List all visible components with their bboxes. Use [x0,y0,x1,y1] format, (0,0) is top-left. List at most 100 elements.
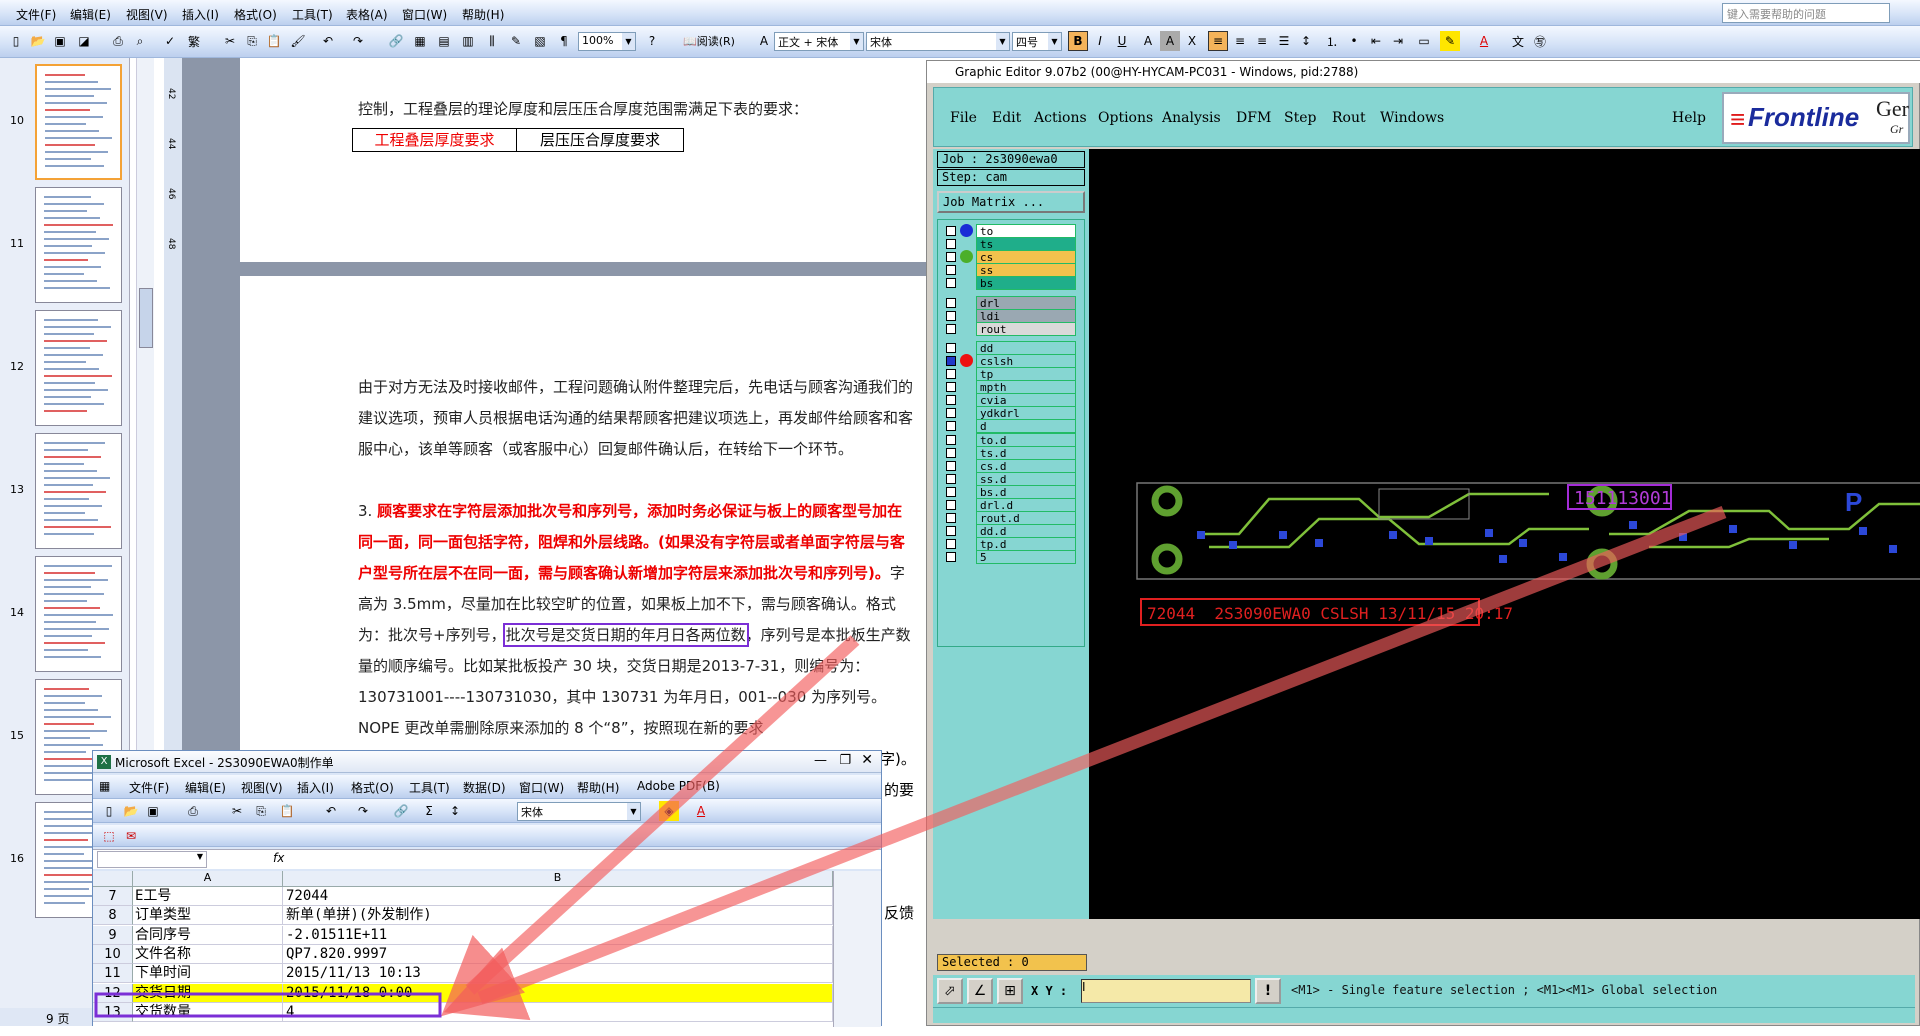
snap-grid-icon[interactable]: ⊞ [997,978,1023,1004]
new-doc-icon[interactable]: ▯ [6,31,26,51]
layer-checkbox[interactable] [946,369,956,379]
layer-name[interactable]: 5 [976,550,1076,565]
layer-row-bs-d[interactable]: bs.d [942,484,1080,499]
layer-row-to-d[interactable]: to.d [942,432,1080,447]
spelling-icon[interactable]: ✓ [160,31,180,51]
style-combo[interactable]: 正文 + 宋体 ▼ [774,32,864,51]
layer-row-d[interactable]: d [942,419,1080,434]
layer-name[interactable]: mpth [976,380,1076,395]
increase-indent-icon[interactable]: ⇥ [1388,31,1408,51]
save-icon[interactable]: ▣ [50,31,70,51]
border-icon[interactable]: ▭ [1414,31,1434,51]
undo-icon[interactable]: ↶ [318,31,338,51]
spreadsheet-grid[interactable]: A B 7 E工号 72044 8 订单类型 新单(单拼)(外发制作) 9 合同序号 -2.01… [93,871,881,1027]
menu-window[interactable]: 窗口(W) [402,6,447,23]
layer-name[interactable]: drl.d [976,498,1076,512]
restore-icon[interactable]: ❐ [839,753,851,768]
format-painter-icon[interactable]: 🖌 [288,31,308,51]
undo-icon[interactable]: ↶ [321,801,341,821]
permission-icon[interactable]: ◪ [74,31,94,51]
bold-icon[interactable]: B [1068,31,1088,51]
pdf-convert-icon[interactable]: ⬚ [99,826,119,846]
cell-b[interactable]: 2015/11/13 10:13 [283,964,833,984]
layer-name[interactable]: dd [976,340,1076,355]
layer-name[interactable]: to.d [976,432,1076,447]
char-border-icon[interactable]: A [1138,31,1158,51]
cell-b[interactable]: -2.01511E+11 [283,925,833,945]
pdf-mail-icon[interactable]: ✉ [121,826,141,846]
layer-checkbox[interactable] [946,355,956,366]
cell-a[interactable]: 合同序号 [133,925,283,945]
layer-row-tp[interactable]: tp [942,367,1080,381]
menu-windows[interactable]: Windows [1380,110,1444,126]
row-header[interactable]: 9 [93,925,133,945]
row-header[interactable]: 13 [93,1002,133,1022]
layer-name[interactable]: drl [976,295,1076,310]
page-thumbnail[interactable] [35,64,122,180]
row-header[interactable]: 7 [93,887,133,906]
font-color-icon[interactable]: A [691,801,711,821]
layer-name[interactable]: cvia [976,393,1076,408]
col-header-a[interactable]: A [133,871,283,887]
layer-row-mpth[interactable]: mpth [942,380,1080,395]
menu-edit[interactable]: 编辑(E) [185,779,226,796]
cell-a[interactable]: E工号 [133,887,283,906]
menu-edit[interactable]: 编辑(E) [70,6,111,23]
xy-input[interactable]: I [1081,979,1251,1003]
insert-excel-icon[interactable]: ▥ [458,31,478,51]
cell-b[interactable]: 72044 [283,887,833,906]
layer-name[interactable]: tp.d [976,537,1076,552]
menu-rout[interactable]: Rout [1332,110,1366,126]
row-header[interactable]: 10 [93,944,133,964]
menu-edit[interactable]: Edit [992,110,1021,126]
hyperlink-icon[interactable]: 🔗 [386,31,406,51]
layer-checkbox[interactable] [946,252,956,263]
layer-checkbox[interactable] [946,239,956,250]
row-header[interactable]: 11 [93,964,133,984]
menu-insert[interactable]: 插入(I) [297,779,334,796]
layer-row-tp-d[interactable]: tp.d [942,537,1080,552]
insert-table-icon[interactable]: ▤ [434,31,454,51]
copy-icon[interactable]: ⎘ [242,31,262,51]
font-color-icon[interactable]: A [1474,31,1494,51]
layer-name[interactable]: rout.d [976,511,1076,526]
layer-name[interactable]: d [976,419,1076,434]
layer-checkbox[interactable] [946,382,956,393]
traditional-chinese-icon[interactable]: 繁 [184,31,204,51]
read-button[interactable]: 📖 阅读(R) [668,31,750,51]
cell-a[interactable]: 交货日期 [133,983,283,1003]
print-icon[interactable]: ⎙ [183,801,203,821]
layer-checkbox[interactable] [946,421,956,432]
layer-row-cs-d[interactable]: cs.d [942,458,1080,473]
layer-checkbox[interactable] [946,265,956,276]
menu-table[interactable]: 表格(A) [346,6,388,23]
layer-checkbox[interactable] [946,395,956,406]
row-header[interactable]: 8 [93,906,133,926]
hyperlink-icon[interactable]: 🔗 [391,801,411,821]
layer-checkbox[interactable] [946,434,956,445]
phonetic-icon[interactable]: 文 [1508,31,1528,51]
print-preview-icon[interactable]: ⌕ [130,31,150,51]
menu-actions[interactable]: Actions [1034,110,1087,126]
layer-row-ts-d[interactable]: ts.d [942,445,1080,460]
layer-row-rout[interactable]: rout [942,321,1080,336]
layer-name[interactable]: cs.d [976,458,1076,473]
cell-a[interactable]: 下单时间 [133,964,283,984]
menu-view[interactable]: 视图(V) [241,779,283,796]
layer-name[interactable]: cs [976,250,1076,265]
layer-row-ts[interactable]: ts [942,237,1080,252]
close-icon[interactable]: ✕ [861,752,873,768]
layer-name[interactable]: to [976,224,1076,238]
layer-row-5[interactable]: 5 [942,550,1080,565]
name-box[interactable]: ▼ [97,851,207,868]
layer-row-drl[interactable]: drl [942,295,1080,310]
layer-row-ydkdrl[interactable]: ydkdrl [942,406,1080,421]
layer-checkbox[interactable] [946,473,956,484]
menu-insert[interactable]: 插入(I) [182,6,219,23]
zoom-combo[interactable]: 100% ▼ [578,32,636,51]
layer-row-drl-d[interactable]: drl.d [942,498,1080,512]
layer-checkbox[interactable] [946,278,956,289]
layer-row-ldi[interactable]: ldi [942,308,1080,323]
layer-name[interactable]: cslsh [976,353,1076,368]
layer-name[interactable]: ydkdrl [976,406,1076,421]
